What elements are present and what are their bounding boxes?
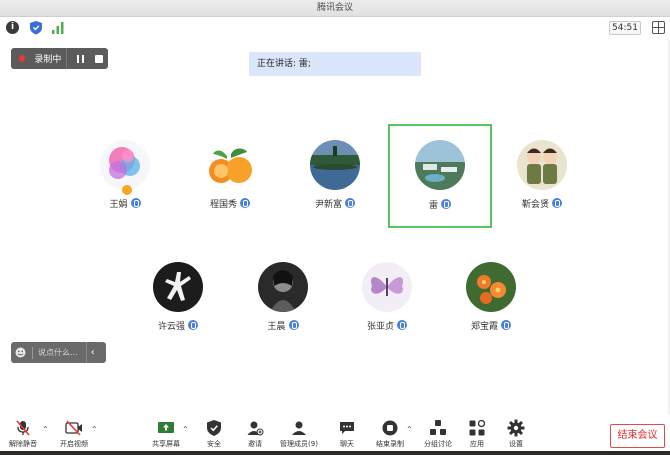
participant-name-row: 王娟 (75, 196, 175, 210)
participant-name-row: 程国秀 (180, 196, 280, 210)
recording-dot-icon (19, 55, 26, 62)
avatar-orange-flowers (466, 262, 516, 312)
stop-record-icon (382, 420, 398, 436)
avatar-oranges (205, 140, 255, 190)
divider (85, 342, 87, 363)
manage-members-label: 管理成员(9) (280, 440, 318, 448)
mic-icon (397, 320, 407, 330)
breakout-button[interactable]: 分组讨论 (421, 417, 455, 453)
participant-name-row: 许云强 (128, 318, 228, 332)
pause-recording-button[interactable] (71, 48, 89, 69)
recording-indicator: 录制中 (11, 48, 108, 69)
info-icon[interactable]: i (6, 21, 19, 34)
apps-button[interactable]: 应用 (463, 417, 491, 453)
participant-name: 许云强 (157, 321, 185, 332)
participant-name: 程国秀 (209, 199, 237, 210)
participant-name-row: 张亚贞 (337, 318, 437, 332)
start-video-button[interactable]: 开启视频 (54, 417, 94, 453)
stop-recording-button[interactable] (90, 48, 108, 69)
mic-icon (345, 198, 355, 208)
members-icon (292, 421, 306, 435)
invite-label: 邀请 (248, 440, 262, 448)
title-bar: 腾讯会议 (0, 0, 670, 17)
security-label: 安全 (207, 440, 221, 448)
mic-icon (501, 320, 511, 330)
divider (32, 346, 33, 359)
unmute-button[interactable]: 解除静音 (4, 417, 42, 453)
manage-members-button[interactable]: 管理成员(9) (277, 417, 321, 453)
divider (66, 48, 68, 69)
share-screen-label: 共享屏幕 (152, 440, 180, 448)
settings-button[interactable]: 设置 (502, 417, 530, 453)
gear-icon (507, 419, 525, 437)
participant-name-row: 雷 (390, 197, 490, 211)
chat-placeholder[interactable]: 说点什么... (38, 347, 78, 358)
avatar-bw-portrait (258, 262, 308, 312)
info-bar: i 54:51 (0, 17, 670, 39)
end-meeting-button[interactable]: 结束会议 (610, 424, 665, 448)
share-options-caret-icon[interactable]: ⌃ (182, 426, 190, 434)
breakout-label: 分组讨论 (424, 440, 452, 448)
audio-options-caret-icon[interactable]: ⌃ (42, 426, 50, 434)
avatar-pink-ink-splash (100, 140, 150, 190)
muted-mic-icon (16, 420, 30, 436)
video-options-caret-icon[interactable]: ⌃ (91, 426, 99, 434)
breakout-rooms-icon (430, 420, 446, 435)
meeting-window: 腾讯会议 i 54:51 录制中 正在讲话: 雷; 王娟 程国秀 尹新富 雷 靳… (0, 0, 670, 455)
participant-name-row: 王晨 (233, 318, 333, 332)
end-recording-button[interactable]: 结束录制 (372, 417, 408, 453)
share-screen-icon (158, 422, 174, 433)
shield-icon[interactable] (29, 20, 43, 35)
unmute-label: 解除静音 (9, 440, 37, 448)
emoji-icon[interactable] (15, 347, 26, 358)
signal-icon[interactable] (52, 21, 64, 34)
recording-options-caret-icon[interactable]: ⌃ (406, 426, 414, 434)
video-off-icon (65, 420, 82, 436)
participant-name: 王晨 (267, 321, 286, 332)
participant-name: 张亚贞 (366, 321, 394, 332)
chat-label: 聊天 (340, 440, 354, 448)
participant-name: 雷 (428, 200, 438, 211)
participant-name-row: 靳会贤 (492, 196, 592, 210)
participant-name: 王娟 (109, 199, 128, 210)
chat-button[interactable]: 聊天 (333, 417, 361, 453)
participant-name: 尹新富 (314, 199, 342, 210)
settings-label: 设置 (509, 440, 523, 448)
avatar-jumpman-logo (153, 262, 203, 312)
active-speaker-banner: 正在讲话: 雷; (249, 52, 421, 76)
avatar-cartoon-couple (517, 140, 567, 190)
participant-name: 郑宝霞 (470, 321, 498, 332)
mic-icon (130, 198, 141, 208)
recording-label: 录制中 (34, 55, 62, 65)
participant-tile-speaking[interactable]: 雷 (388, 124, 492, 228)
start-video-label: 开启视频 (60, 440, 88, 448)
mic-icon (240, 198, 250, 208)
host-icon (122, 185, 132, 195)
share-screen-button[interactable]: 共享屏幕 (148, 417, 184, 453)
security-shield-icon (207, 420, 221, 436)
view-layout-icon[interactable] (652, 21, 665, 34)
mic-icon (441, 199, 451, 209)
chat-bubble-icon (340, 422, 354, 434)
mic-icon (288, 320, 299, 330)
invite-button[interactable]: 邀请 (241, 417, 269, 453)
chat-input-box[interactable]: 说点什么... ‹ (11, 342, 106, 363)
security-button[interactable]: 安全 (200, 417, 228, 453)
mic-icon (188, 320, 198, 330)
mic-icon (552, 198, 562, 208)
avatar-resort-aerial (415, 140, 465, 190)
desktop-edge (0, 451, 670, 455)
participant-name-row: 郑宝霞 (441, 318, 541, 332)
apps-label: 应用 (470, 440, 484, 448)
avatar-lake-reflection (310, 140, 360, 190)
participant-name: 靳会贤 (521, 199, 549, 210)
meeting-toolbar: 解除静音 ⌃ 开启视频 ⌃ 共享屏幕 ⌃ 安全 邀请 管理成员(9) 聊天 结束… (0, 414, 670, 455)
participant-name-row: 尹新富 (285, 196, 385, 210)
avatar-purple-butterfly (362, 262, 412, 312)
collapse-chevron-icon[interactable]: ‹ (91, 347, 95, 358)
invite-user-icon (247, 421, 264, 436)
meeting-timer: 54:51 (609, 21, 641, 35)
apps-grid-icon (469, 419, 486, 436)
end-recording-label: 结束录制 (376, 440, 404, 448)
